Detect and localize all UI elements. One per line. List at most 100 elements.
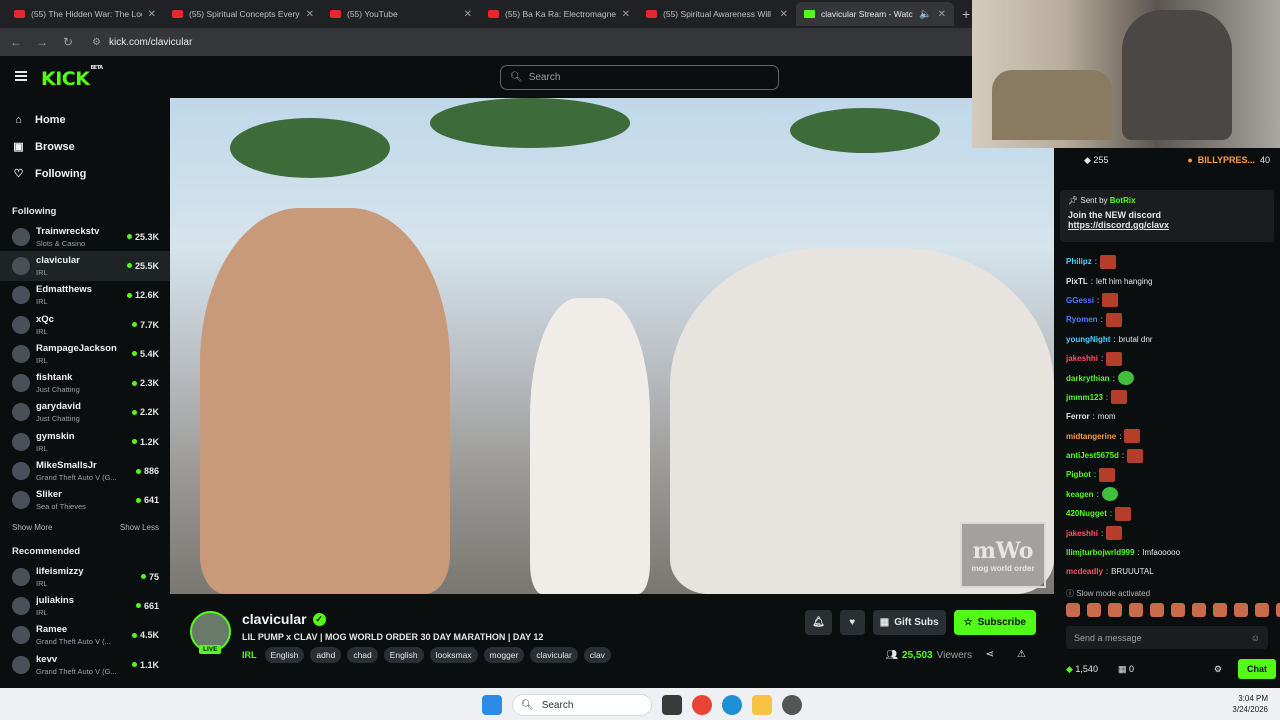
chat-username[interactable]: Ferror xyxy=(1066,412,1090,421)
browser-tab[interactable]: (55) Spiritual Awareness Will Ru ✕ xyxy=(638,2,796,26)
windows-start-icon[interactable] xyxy=(482,695,502,715)
stream-tag[interactable]: English xyxy=(264,647,305,663)
edge-icon[interactable] xyxy=(722,695,742,715)
chat-message[interactable]: jakeshhi: xyxy=(1066,523,1272,542)
stream-tag[interactable]: chad xyxy=(347,647,378,663)
forward-icon[interactable]: → xyxy=(36,35,48,49)
share-icon[interactable]: ⋖ xyxy=(986,649,994,660)
kick-logo[interactable]: KICKBETA xyxy=(41,65,103,90)
emote-button[interactable] xyxy=(1108,603,1122,617)
following-channel[interactable]: garydavid Just Chatting 2.2K xyxy=(0,398,170,427)
stream-tag[interactable]: mogger xyxy=(483,647,525,663)
chat-message[interactable]: midtangerine: xyxy=(1066,427,1272,446)
emote-button[interactable] xyxy=(1066,603,1080,617)
chat-username[interactable]: llimjturbojwrld999 xyxy=(1066,548,1134,557)
chrome-icon[interactable] xyxy=(692,695,712,715)
stream-tag[interactable]: clav xyxy=(583,647,611,663)
emote-button[interactable] xyxy=(1087,603,1101,617)
chat-username[interactable]: jmmm123 xyxy=(1066,393,1103,402)
show-less-button[interactable]: Show Less xyxy=(120,523,159,532)
stream-tag[interactable]: clavicular xyxy=(530,647,578,663)
close-icon[interactable]: ✕ xyxy=(622,9,630,20)
chat-message[interactable]: mcdeadly: BRUUUTAL xyxy=(1066,562,1272,581)
chat-message[interactable]: youngNight: brutal dnr xyxy=(1066,330,1272,349)
emote-button[interactable] xyxy=(1234,603,1248,617)
pinned-link[interactable]: https://discord.gg/clavx xyxy=(1068,220,1266,230)
chat-username[interactable]: PixTL xyxy=(1066,277,1088,286)
following-channel[interactable]: Sliker Sea of Thieves 641 xyxy=(0,486,170,515)
chat-message[interactable]: GGessi: xyxy=(1066,291,1272,310)
chat-username[interactable]: keagen xyxy=(1066,490,1094,499)
settings-icon[interactable]: ⚙ xyxy=(1214,664,1222,675)
taskbar-search[interactable]: 🔍︎ Search xyxy=(512,694,652,716)
chat-username[interactable]: darkrythian xyxy=(1066,374,1110,383)
following-channel[interactable]: Trainwreckstv Slots & Casino 25.3K xyxy=(0,222,170,251)
recommended-channel[interactable]: juliakins IRL 661 xyxy=(0,591,170,620)
browser-tab[interactable]: (55) Ba Ka Ra: Electromagnetic ✕ xyxy=(480,2,638,26)
chat-message[interactable]: jakeshhi: xyxy=(1066,349,1272,368)
browser-tab[interactable]: (55) YouTube ✕ xyxy=(322,2,480,26)
chat-username[interactable]: midtangerine xyxy=(1066,432,1116,441)
chat-message[interactable]: keagen: xyxy=(1066,485,1272,504)
emote-button[interactable] xyxy=(1171,603,1185,617)
chat-message[interactable]: Ryomen: xyxy=(1066,310,1272,329)
recommended-channel[interactable]: kevv Grand Theft Auto V (G... 1.1K xyxy=(0,650,170,679)
site-info-icon[interactable]: ⚙ xyxy=(92,37,101,48)
category-link[interactable]: IRL xyxy=(242,650,257,660)
chat-message[interactable]: PixTL: left him hanging xyxy=(1066,271,1272,290)
new-tab-icon[interactable]: + xyxy=(962,6,970,22)
obs-icon[interactable] xyxy=(782,695,802,715)
chat-username[interactable]: Ryomen xyxy=(1066,315,1098,324)
browser-tab[interactable]: (55) Spiritual Concepts Everyone ✕ xyxy=(164,2,322,26)
close-icon[interactable]: ✕ xyxy=(780,9,788,20)
chat-message[interactable]: jmmm123: xyxy=(1066,388,1272,407)
chat-input[interactable]: Send a message ☺ xyxy=(1066,626,1268,649)
video-player[interactable]: mWo mog world order xyxy=(170,98,1054,594)
chat-message[interactable]: llimjturbojwrld999: lmfaooooo xyxy=(1066,543,1272,562)
pinned-message[interactable]: 📌︎ Sent by BotRix Join the NEW discord h… xyxy=(1060,190,1274,242)
search-input[interactable]: 🔍︎ Search xyxy=(500,65,779,90)
emote-button[interactable] xyxy=(1192,603,1206,617)
following-channel[interactable]: MikeSmallsJr Grand Theft Auto V (G... 886 xyxy=(0,456,170,485)
following-channel[interactable]: RampageJackson IRL 5.4K xyxy=(0,339,170,368)
recommended-channel[interactable]: Ramee Grand Theft Auto V (... 4.5K xyxy=(0,621,170,650)
close-icon[interactable]: ✕ xyxy=(306,9,314,20)
chat-message[interactable]: Ferror: mom xyxy=(1066,407,1272,426)
report-icon[interactable]: ⚠ xyxy=(1017,649,1026,660)
file-explorer-icon[interactable] xyxy=(752,695,772,715)
task-view-icon[interactable] xyxy=(662,695,682,715)
channel-name[interactable]: clavicular ✓ xyxy=(242,611,326,627)
emote-button[interactable] xyxy=(1129,603,1143,617)
chat-message[interactable]: 420Nugget: xyxy=(1066,504,1272,523)
stream-tag[interactable]: adhd xyxy=(310,647,342,663)
chat-username[interactable]: 420Nugget xyxy=(1066,509,1107,518)
emoji-icon[interactable]: ☺ xyxy=(1251,633,1260,643)
emote-button[interactable] xyxy=(1276,603,1280,617)
browser-tab-active[interactable]: clavicular Stream - Watch L 🔈 ✕ xyxy=(796,2,954,26)
stream-tag[interactable]: English xyxy=(383,647,424,663)
gift-subs-button[interactable]: ▦ Gift Subs xyxy=(872,610,946,635)
emote-button[interactable] xyxy=(1150,603,1164,617)
chat-message[interactable]: Pigbot: xyxy=(1066,465,1272,484)
show-more-button[interactable]: Show More xyxy=(12,523,52,532)
following-channel[interactable]: xQc IRL 7.7K xyxy=(0,310,170,339)
chat-username[interactable]: jakeshhi xyxy=(1066,529,1098,538)
gifts-display[interactable]: ▦ 0 xyxy=(1118,664,1134,675)
subscribe-button[interactable]: ☆ Subscribe xyxy=(953,610,1036,635)
back-icon[interactable]: ← xyxy=(10,35,22,49)
chat-username[interactable]: antiJest5675d xyxy=(1066,451,1119,460)
close-icon[interactable]: ✕ xyxy=(938,9,946,20)
recommended-channel[interactable]: lifeismizzy IRL 75 xyxy=(0,562,170,591)
following-channel[interactable]: fishtank Just Chatting 2.3K xyxy=(0,368,170,397)
following-channel[interactable]: clavicular IRL 25.5K xyxy=(0,251,170,281)
following-channel[interactable]: gymskin IRL 1.2K xyxy=(0,427,170,456)
system-clock[interactable]: 3:04 PM 3/24/2026 xyxy=(1232,693,1268,715)
chat-send-button[interactable]: Chat xyxy=(1238,659,1276,679)
points-display[interactable]: ◆ 1,540 xyxy=(1066,664,1098,675)
following-channel[interactable]: Edmatthews IRL 12.6K xyxy=(0,281,170,310)
chat-username[interactable]: youngNight xyxy=(1066,335,1110,344)
close-icon[interactable]: ✕ xyxy=(464,9,472,20)
emote-button[interactable] xyxy=(1213,603,1227,617)
chat-username[interactable]: Philipz xyxy=(1066,257,1092,266)
chat-username[interactable]: mcdeadly xyxy=(1066,567,1103,576)
